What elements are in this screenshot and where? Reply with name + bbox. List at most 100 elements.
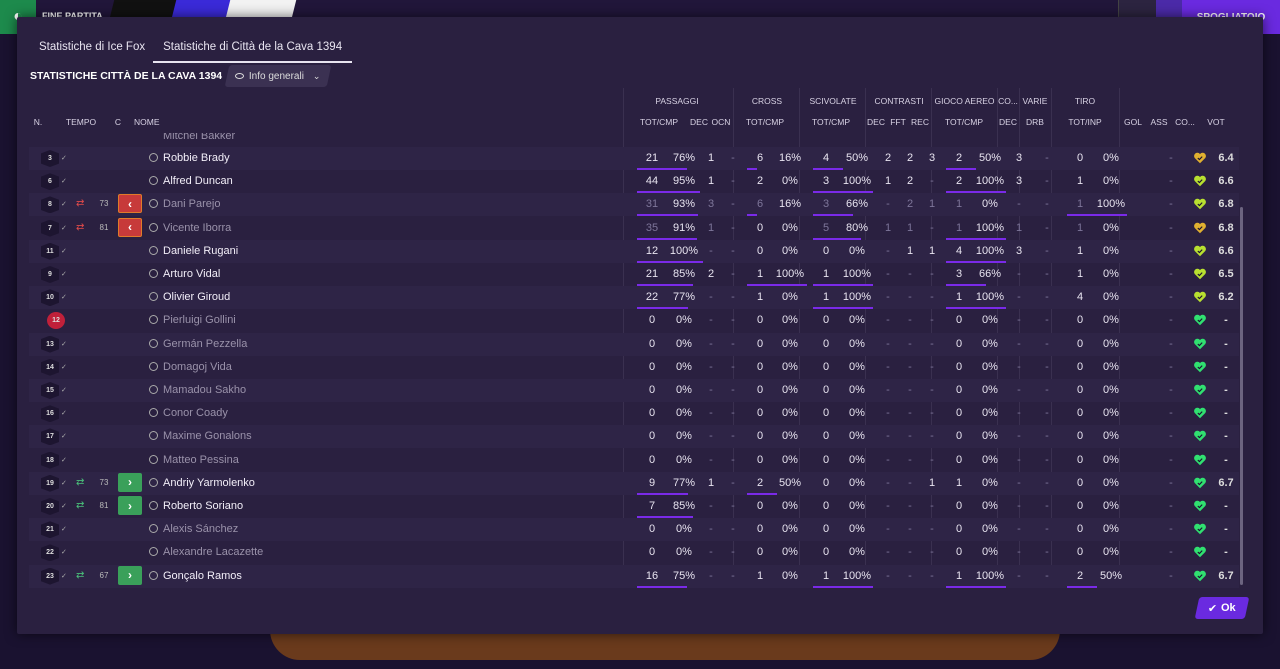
table-row[interactable]: 7 ✓ ⇄ 81 ‹ Vicente Iborra 35 91% 1-0 0% 5 80% 1 1-1 10… xyxy=(29,217,1239,240)
stat-at: 1 xyxy=(955,569,963,582)
table-row[interactable]: 10 ✓ Olivier Giroud 22 77% - -1 0% 1 100% - - -1 100%… xyxy=(29,286,1239,310)
col-voto[interactable]: VOT xyxy=(1201,117,1231,127)
player-profile-icon[interactable] xyxy=(149,153,158,162)
player-profile-icon[interactable] xyxy=(149,176,158,186)
table-row[interactable]: 3 ✓ Robbie Brady 21 76% 1-6 16% 4 50% 2 2 3 2 50% 3-0 0… xyxy=(29,147,1239,170)
player-name[interactable]: Dani Parejo xyxy=(163,198,220,210)
table-row[interactable]: 6 ✓ Alfred Duncan 44 95% 1 - 2 0% 3 100% 1 2 - 2 100% 3 -… xyxy=(29,170,1239,194)
stat-tt: 0 xyxy=(1076,314,1084,327)
stat-ap: 100% xyxy=(975,244,1005,257)
table-row[interactable]: 16 ✓ Conor Coady 0 0% - - 0 0% 0 0% - - - 0 0% - - 0 0% - - xyxy=(29,402,1239,425)
table-row[interactable]: 13 ✓ Germán Pezzella 0 0% - - 0 0% 0 0% - - - 0 0% - - 0 0%… xyxy=(29,332,1239,356)
sub-in-button[interactable]: › xyxy=(118,565,142,585)
player-profile-icon[interactable] xyxy=(149,199,158,209)
table-row[interactable]: 14 ✓ Domagoj Vida 0 0% - - 0 0% 0 0% - - - 0 0% - - 0 0% - - xyxy=(29,356,1239,379)
player-name[interactable]: Daniele Rugani xyxy=(163,245,238,257)
table-row[interactable]: 9 ✓ Arturo Vidal 21 85% 2 - 1 100% 1 100% - - - 3 66% - -… xyxy=(29,263,1239,286)
table-row[interactable]: 12 Pierluigi Gollini 0 0% - - 0 0% 0 0% - - - 0 0% - - 0 0… xyxy=(29,309,1239,332)
player-name[interactable]: Roberto Soriano xyxy=(163,500,243,512)
table-scrollbar[interactable] xyxy=(1240,207,1243,585)
player-profile-icon[interactable] xyxy=(149,477,158,487)
sub-in-button[interactable]: › xyxy=(118,496,142,515)
col-pass-ocn[interactable]: OCN xyxy=(709,117,733,127)
player-name[interactable]: Matteo Pessina xyxy=(163,454,239,466)
player-name[interactable]: Pierluigi Gollini xyxy=(163,314,236,326)
table-row[interactable]: 11 ✓ Daniele Rugani 12 100% - -0 0% 0 0% -1 1 4 100% 3… xyxy=(29,239,1239,263)
col-varie-drb[interactable]: DRB xyxy=(1023,117,1047,127)
col-gol[interactable]: GOL xyxy=(1121,117,1145,127)
stat-at: 1 xyxy=(955,476,963,489)
player-profile-icon[interactable] xyxy=(149,269,158,278)
player-name[interactable]: Alfred Duncan xyxy=(163,175,233,187)
table-row[interactable]: 8 ✓ ⇄ 73 ‹ Dani Parejo 31 93% 3 - 6 16% 3 66% - 2 1 1 0% - -… xyxy=(29,193,1239,217)
stat-cd: - xyxy=(886,476,890,489)
col-aereo-totcmp[interactable]: TOT/CMP xyxy=(934,117,994,127)
col-co-dec[interactable]: DEC xyxy=(997,117,1019,127)
col-nome[interactable]: NOME xyxy=(134,117,164,127)
stat-ass: - xyxy=(1169,291,1173,304)
table-row-partial[interactable]: Mitchel Bakker xyxy=(29,133,1239,148)
stat-drb: - xyxy=(1045,175,1049,188)
player-profile-icon[interactable] xyxy=(149,292,158,302)
player-name[interactable]: Alexandre Lacazette xyxy=(163,546,263,558)
col-tiro-totinp[interactable]: TOT/INP xyxy=(1055,117,1115,127)
player-name[interactable]: Domagoj Vida xyxy=(163,361,232,373)
col-pass-dec[interactable]: DEC xyxy=(689,117,709,127)
player-profile-icon[interactable] xyxy=(149,222,158,232)
table-row[interactable]: 17 ✓ Maxime Gonalons 0 0% - - 0 0% 0 0% - - - 0 0% - - 0 0%… xyxy=(29,425,1239,449)
player-profile-icon[interactable] xyxy=(149,338,158,348)
view-dropdown[interactable]: Info generali ⌄ xyxy=(224,65,332,87)
player-profile-icon[interactable] xyxy=(149,454,158,464)
player-name[interactable]: Olivier Giroud xyxy=(163,291,230,303)
col-tempo[interactable]: TEMPO xyxy=(65,117,97,127)
ok-button[interactable]: ✔ Ok xyxy=(1194,597,1250,619)
col-condition[interactable]: CO... xyxy=(1171,117,1199,127)
player-profile-icon[interactable] xyxy=(149,570,158,580)
player-profile-icon[interactable] xyxy=(149,547,158,557)
col-con-dec[interactable]: DEC xyxy=(866,117,886,127)
player-name[interactable]: Robbie Brady xyxy=(163,152,230,164)
player-name[interactable]: Conor Coady xyxy=(163,407,228,419)
col-cross-totcmp[interactable]: TOT/CMP xyxy=(735,117,795,127)
col-con-rec[interactable]: REC xyxy=(909,117,931,127)
col-ass[interactable]: ASS xyxy=(1147,117,1171,127)
player-name[interactable]: Mamadou Sakho xyxy=(163,384,246,396)
table-row[interactable]: 19 ✓ ⇄ 73 › Andriy Yarmolenko 9 77% 1 - 2 50% 0 0% - - 1… xyxy=(29,471,1239,495)
sub-out-button[interactable]: ‹ xyxy=(118,217,142,237)
table-row[interactable]: 22 ✓ Alexandre Lacazette 0 0% - - 0 0% 0 0% - - - 0 0% -… xyxy=(29,541,1239,564)
player-name[interactable]: Arturo Vidal xyxy=(163,268,220,280)
player-profile-icon[interactable] xyxy=(149,315,158,325)
sub-in-button[interactable]: › xyxy=(118,472,142,492)
col-pass-totcmp[interactable]: TOT/CMP xyxy=(629,117,689,127)
tick-icon: ✓ xyxy=(61,247,67,255)
stat-st: 3 xyxy=(822,175,830,188)
player-profile-icon[interactable] xyxy=(149,408,158,418)
col-con-fft[interactable]: FFT xyxy=(888,117,908,127)
col-c[interactable]: C xyxy=(113,117,123,127)
player-name[interactable]: Andriy Yarmolenko xyxy=(163,477,255,489)
table-row[interactable]: 15 ✓ Mamadou Sakho 0 0% - - 0 0% 0 0% - - - 0 0% - - 0 0% - - xyxy=(29,379,1239,402)
col-sciv-totcmp[interactable]: TOT/CMP xyxy=(801,117,861,127)
player-name[interactable]: Germán Pezzella xyxy=(163,338,247,350)
stat-st: 3 xyxy=(822,198,830,211)
player-name[interactable]: Maxime Gonalons xyxy=(163,430,252,442)
table-row[interactable]: 23 ✓ ⇄ 67 › Gonçalo Ramos 16 75% - -1 0% 1 100% - - -1 1… xyxy=(29,564,1239,588)
player-name[interactable]: Gonçalo Ramos xyxy=(163,570,242,582)
col-n[interactable]: N. xyxy=(31,117,45,127)
table-row[interactable]: 20 ✓ ⇄ 81 › Roberto Soriano 7 85% - - 0 0% 0 0% - - - 0 0%… xyxy=(29,495,1239,518)
player-profile-icon[interactable] xyxy=(149,431,158,441)
sub-out-button[interactable]: ‹ xyxy=(118,194,142,214)
stat-cp: 0% xyxy=(782,244,798,257)
player-profile-icon[interactable] xyxy=(149,385,158,394)
player-name[interactable]: Alexis Sánchez xyxy=(163,523,238,535)
table-row[interactable]: 21 ✓ Alexis Sánchez 0 0% - - 0 0% 0 0% - - - 0 0% - - 0 0% -… xyxy=(29,518,1239,542)
tab-away-stats[interactable]: Statistiche di Città de la Cava 1394 xyxy=(153,39,353,63)
stat-tt: 0 xyxy=(1076,337,1084,350)
player-profile-icon[interactable] xyxy=(149,245,158,255)
player-name[interactable]: Vicente Iborra xyxy=(163,222,231,234)
table-row[interactable]: 18 ✓ Matteo Pessina 0 0% - - 0 0% 0 0% - - - 0 0% - - 0 0% -… xyxy=(29,449,1239,472)
tab-home-stats[interactable]: Statistiche di Ice Fox xyxy=(39,39,145,63)
player-profile-icon[interactable] xyxy=(149,361,158,371)
player-profile-icon[interactable] xyxy=(149,524,158,534)
player-profile-icon[interactable] xyxy=(149,501,158,510)
